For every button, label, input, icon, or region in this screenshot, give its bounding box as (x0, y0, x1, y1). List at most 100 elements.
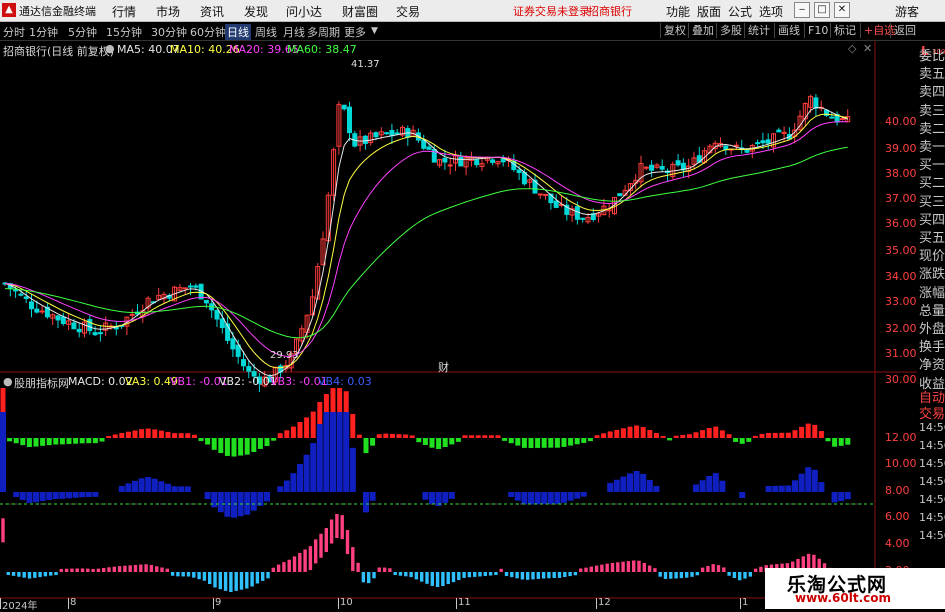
menu-banmian[interactable]: 版面 (697, 3, 721, 20)
va-bar (204, 492, 211, 500)
macd-bar (152, 429, 158, 438)
va-bar (554, 492, 561, 504)
macd-bar (211, 438, 217, 450)
indicator-tick: 8.00 (885, 484, 910, 497)
macd-bar (680, 434, 686, 438)
oscillator-bar (218, 572, 222, 590)
guest-label[interactable]: 游客 (895, 3, 919, 20)
candle-body (537, 193, 543, 196)
macd-bar (660, 435, 666, 438)
oscillator-bar (319, 533, 323, 558)
tab-more[interactable]: 更多 (344, 24, 366, 40)
kline-chart[interactable] (0, 41, 917, 609)
mark-button[interactable]: 标记 (830, 23, 859, 38)
candle-body (394, 132, 400, 135)
date-tick: 11 (458, 597, 471, 608)
macd-bar (686, 434, 692, 438)
menu-xuanxiang[interactable]: 选项 (759, 3, 783, 20)
f10-button[interactable]: F10 (804, 23, 831, 38)
oscillator-bar (351, 547, 355, 572)
candle-body (92, 332, 98, 336)
tab-monthly[interactable]: 月线 (283, 24, 305, 40)
macd-bar (455, 438, 461, 442)
login-notice[interactable]: 证券交易未登录 (513, 3, 590, 19)
minimize-button[interactable]: ‒ (794, 2, 810, 18)
oscillator-bar (314, 539, 318, 564)
close-icon[interactable]: ✕ (863, 42, 872, 55)
trade-label[interactable]: 交易 (919, 403, 945, 422)
tab-60min[interactable]: 60分钟 (190, 24, 226, 40)
macd-bar (13, 438, 19, 444)
menu-gongneng[interactable]: 功能 (666, 3, 690, 20)
candle-body (839, 118, 845, 121)
quote-field-label: 总量 (919, 303, 945, 319)
va-bar (52, 492, 59, 499)
chevron-down-icon[interactable]: ▼ (371, 26, 378, 36)
quote-field-label: 买五 (919, 231, 945, 246)
menu-hangqing[interactable]: 行情 (112, 3, 136, 20)
date-tick: 1 (742, 597, 749, 608)
oscillator-bar (743, 572, 747, 579)
macd-bar (112, 434, 118, 438)
oscillator-bar (282, 562, 286, 572)
close-button[interactable]: ✕ (834, 2, 850, 18)
va-bar (653, 485, 660, 492)
va-bar (125, 483, 132, 492)
oscillator-bar (679, 572, 684, 579)
oscillator-bar (589, 566, 593, 572)
restore-rights-button[interactable]: 复权 (660, 23, 689, 38)
oscillator-bar (345, 530, 350, 555)
indicator-tick: 12.00 (885, 431, 917, 444)
oscillator-bar (563, 572, 567, 578)
broker-name[interactable]: 招商银行 (588, 3, 632, 19)
settings-circle-icon[interactable]: ● (105, 42, 115, 55)
oscillator-bar (531, 572, 535, 580)
oscillator-bar (192, 572, 196, 578)
back-button[interactable]: 返回 (890, 23, 919, 38)
menu-zixun[interactable]: 资讯 (200, 3, 224, 20)
finance-marker[interactable]: 财 (438, 359, 449, 375)
va-bar (844, 492, 851, 500)
candle-body (474, 159, 480, 166)
macd-bar (106, 435, 112, 438)
tab-fenshi[interactable]: 分时 (3, 24, 25, 40)
va-bar (336, 412, 343, 492)
menu-jiaoyi[interactable]: 交易 (396, 3, 420, 20)
oscillator-bar (128, 565, 132, 572)
macd-bar (172, 433, 178, 438)
macd-bar (521, 438, 527, 448)
menu-faxian[interactable]: 发现 (244, 3, 268, 20)
va-bar (66, 492, 72, 499)
macd-bar (825, 438, 831, 442)
tab-1min[interactable]: 1分钟 (29, 24, 58, 40)
tab-15min[interactable]: 15分钟 (106, 24, 142, 40)
tab-multi-period[interactable]: 多周期 (307, 24, 340, 40)
diamond-icon[interactable]: ◇ (848, 42, 856, 55)
menu-caifuquan[interactable]: 财富圈 (342, 3, 378, 20)
tab-5min[interactable]: 5分钟 (68, 24, 97, 40)
va-bar (39, 492, 46, 502)
macd-bar (40, 438, 46, 446)
candle-body (490, 159, 496, 163)
oscillator-bar (605, 563, 609, 572)
multi-stock-button[interactable]: 多股 (716, 23, 745, 38)
menu-shichang[interactable]: 市场 (156, 3, 180, 20)
overlay-button[interactable]: 叠加 (688, 23, 717, 38)
macd-bar (92, 438, 98, 444)
macd-bar (706, 427, 712, 438)
tab-30min[interactable]: 30分钟 (151, 24, 187, 40)
tab-daily[interactable]: 日线 (225, 24, 251, 40)
maximize-button[interactable]: □ (814, 2, 830, 18)
tab-weekly[interactable]: 周线 (255, 24, 277, 40)
va-bar (838, 492, 845, 502)
draw-line-button[interactable]: 画线 (774, 23, 803, 38)
macd-bar (198, 438, 204, 442)
macd-bar (99, 438, 105, 442)
menu-wenxiaoda[interactable]: 问小达 (286, 3, 322, 20)
stats-button[interactable]: 统计 (744, 23, 773, 38)
oscillator-bar (526, 572, 530, 580)
macd-bar (119, 432, 125, 438)
menu-gongshi[interactable]: 公式 (728, 3, 752, 20)
oscillator-bar (393, 572, 397, 576)
indicator-settings-icon[interactable]: ● (3, 375, 13, 388)
